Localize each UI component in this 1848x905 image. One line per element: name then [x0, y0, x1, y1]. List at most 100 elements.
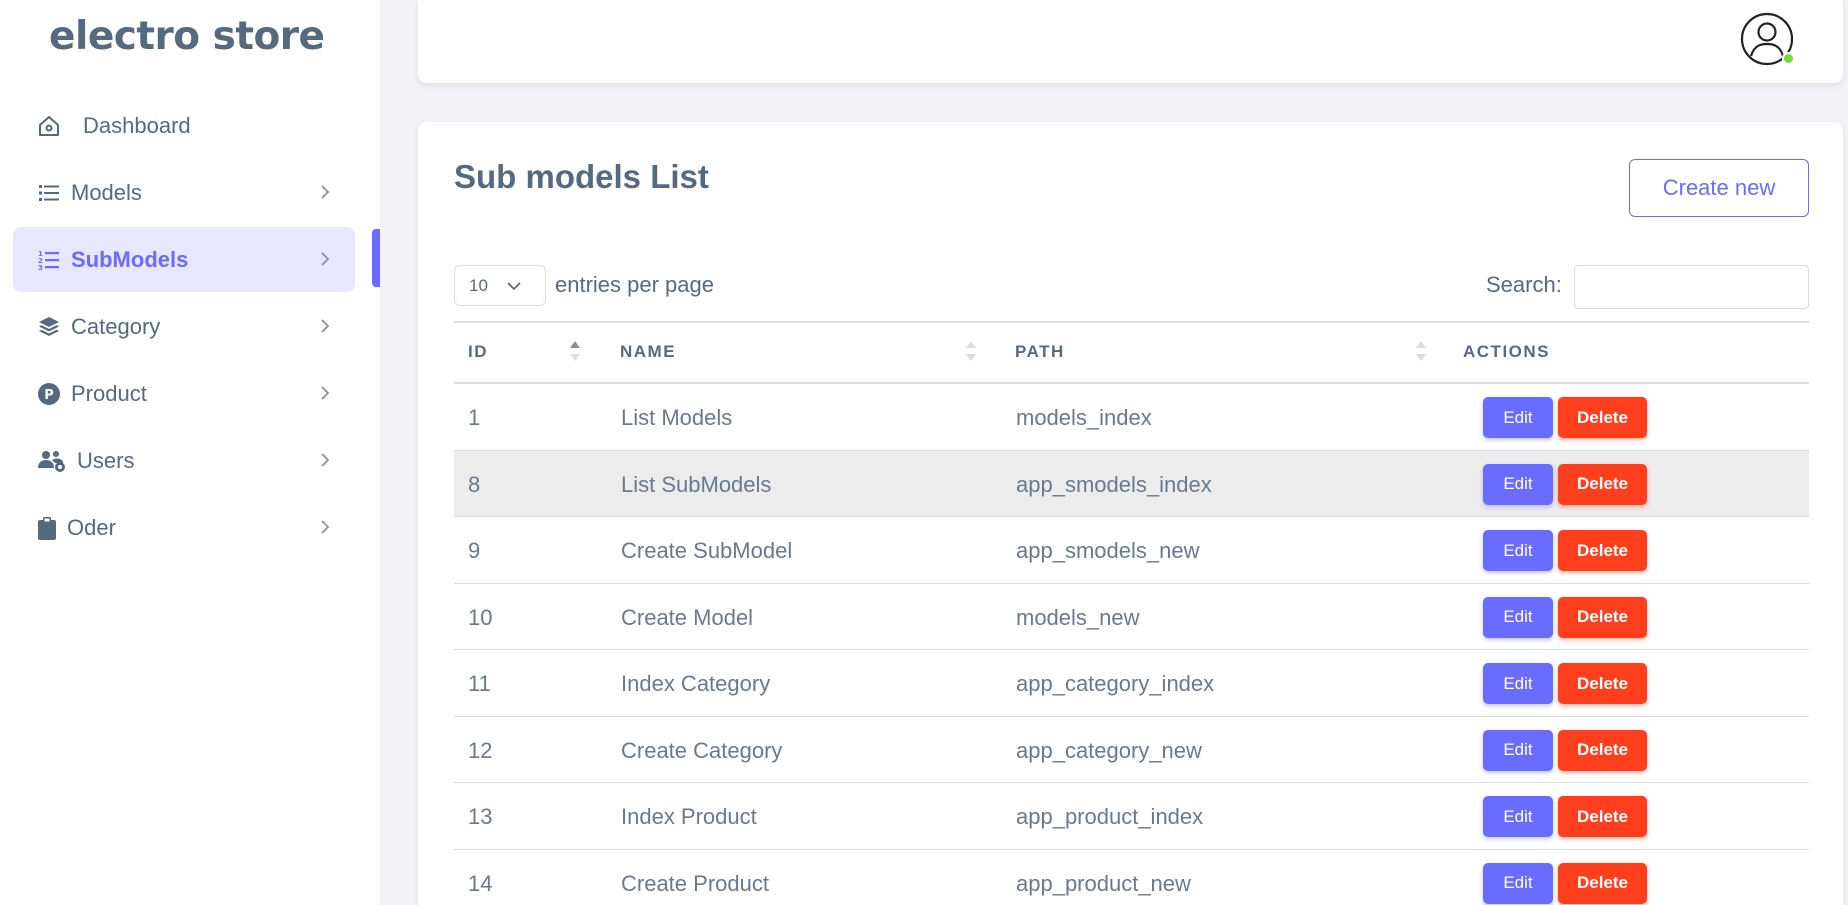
cell-name: List Models [621, 405, 733, 430]
sidebar-item-label: Product [71, 380, 147, 406]
table-row: 8 List SubModels app_smodels_index Edit … [454, 450, 1809, 517]
cell-id: 9 [468, 538, 481, 563]
delete-button[interactable]: Delete [1558, 663, 1647, 704]
online-status-dot [1782, 52, 1795, 65]
product-p-icon: P [37, 382, 61, 406]
entries-per-page-label: entries per page [555, 272, 714, 297]
cell-name: Index Product [621, 804, 757, 829]
table-row: 11 Index Category app_category_index Edi… [454, 650, 1809, 717]
column-header-actions: ACTIONS [1463, 342, 1550, 361]
create-new-button[interactable]: Create new [1629, 159, 1809, 217]
cell-name: Create Product [621, 870, 769, 896]
chevron-right-icon [321, 520, 330, 534]
edit-button[interactable]: Edit [1483, 397, 1553, 438]
cell-path: app_product_new [1016, 870, 1191, 896]
cell-id: 8 [468, 471, 481, 497]
sidebar-item-category[interactable]: Category [13, 294, 355, 359]
sidebar-item-models[interactable]: Models [13, 160, 355, 225]
page-title: Sub models List [454, 158, 709, 195]
cell-name: Create Model [621, 604, 754, 630]
cell-id: 12 [468, 737, 493, 763]
home-icon [37, 114, 61, 138]
sort-icon[interactable] [964, 339, 978, 363]
edit-button[interactable]: Edit [1483, 862, 1553, 904]
cell-id: 10 [468, 604, 493, 630]
delete-button[interactable]: Delete [1558, 596, 1647, 638]
chevron-right-icon [321, 453, 330, 467]
cell-path: app_smodels_new [1016, 538, 1200, 563]
cell-id: 14 [468, 870, 493, 896]
cell-path: app_category_new [1016, 737, 1202, 763]
sidebar-item-product[interactable]: P Product [13, 361, 355, 426]
sidebar-item-label: Users [77, 447, 135, 473]
top-navbar [418, 0, 1843, 83]
cell-path: app_product_index [1016, 804, 1204, 829]
layers-icon [37, 315, 61, 339]
table-row: 1 List Models models_index Edit Delete [454, 384, 1809, 451]
sort-asc-icon[interactable] [568, 339, 582, 363]
delete-button[interactable]: Delete [1558, 530, 1647, 571]
submodels-table: ID NAME PATH ACTIONS 1 List Models model… [454, 321, 1809, 905]
edit-button[interactable]: Edit [1483, 729, 1553, 771]
cell-id: 11 [468, 671, 491, 696]
brand-logo[interactable]: electro store [49, 14, 325, 59]
table-row: 14 Create Product app_product_new Edit D… [454, 850, 1809, 905]
sidebar-item-label: Dashboard [83, 112, 191, 138]
users-gear-icon [37, 449, 67, 473]
sidebar-item-submodels[interactable]: 123 SubModels [13, 227, 355, 292]
sidebar-item-label: Models [71, 179, 142, 205]
chevron-right-icon [321, 386, 330, 400]
list-icon [37, 181, 61, 205]
table-header: ID NAME PATH ACTIONS [454, 321, 1809, 384]
cell-name: Create Category [621, 737, 783, 763]
svg-text:P: P [44, 388, 54, 403]
sidebar-item-oder[interactable]: Oder [13, 495, 355, 560]
sidebar-item-label: Category [71, 313, 161, 339]
edit-button[interactable]: Edit [1483, 463, 1553, 505]
chevron-right-icon [321, 319, 330, 333]
cell-name: Index Category [621, 671, 771, 696]
cell-path: models_index [1016, 405, 1152, 430]
table-body: 1 List Models models_index Edit Delete 8… [454, 384, 1809, 905]
sidebar-item-dashboard[interactable]: Dashboard [13, 93, 355, 158]
cell-name: Create SubModel [621, 538, 793, 563]
svg-text:3: 3 [38, 264, 43, 272]
edit-button[interactable]: Edit [1483, 663, 1553, 704]
sidebar-menu: Dashboard Models 123 SubModels Category [13, 93, 355, 562]
table-row: 13 Index Product app_product_index Edit … [454, 783, 1809, 850]
clipboard-icon [37, 516, 57, 540]
cell-path: app_smodels_index [1016, 471, 1212, 497]
sidebar-item-label: SubModels [71, 246, 189, 272]
delete-button[interactable]: Delete [1558, 397, 1647, 438]
delete-button[interactable]: Delete [1558, 463, 1647, 505]
active-indicator [372, 229, 380, 287]
sort-icon[interactable] [1414, 339, 1428, 363]
search-label: Search: [1486, 272, 1562, 297]
edit-button[interactable]: Edit [1483, 596, 1553, 638]
chevron-right-icon [321, 252, 330, 266]
table-row: 12 Create Category app_category_new Edit… [454, 717, 1809, 783]
cell-name: List SubModels [621, 471, 772, 497]
edit-button[interactable]: Edit [1483, 530, 1553, 571]
entries-selected-value: 10 [469, 275, 488, 295]
column-header-id[interactable]: ID [468, 342, 488, 362]
cell-id: 13 [468, 804, 493, 829]
cell-path: models_new [1016, 604, 1140, 630]
delete-button[interactable]: Delete [1558, 729, 1647, 771]
cell-id: 1 [468, 405, 481, 430]
edit-button[interactable]: Edit [1483, 796, 1553, 837]
column-header-name[interactable]: NAME [620, 342, 676, 362]
delete-button[interactable]: Delete [1558, 796, 1647, 837]
table-row: 10 Create Model models_new Edit Delete [454, 584, 1809, 650]
delete-button[interactable]: Delete [1558, 862, 1647, 904]
cell-path: app_category_index [1016, 671, 1215, 696]
table-row: 9 Create SubModel app_smodels_new Edit D… [454, 517, 1809, 584]
sidebar: electro store Dashboard Models 123 SubMo… [0, 0, 380, 905]
entries-per-page-select[interactable]: 10 [454, 265, 546, 306]
submodels-card: Sub models List Create new 10 entries pe… [418, 122, 1843, 905]
search-input[interactable] [1574, 265, 1809, 309]
chevron-right-icon [321, 185, 330, 199]
numbered-list-icon: 123 [37, 248, 61, 272]
sidebar-item-users[interactable]: Users [13, 428, 355, 493]
column-header-path[interactable]: PATH [1015, 342, 1065, 362]
